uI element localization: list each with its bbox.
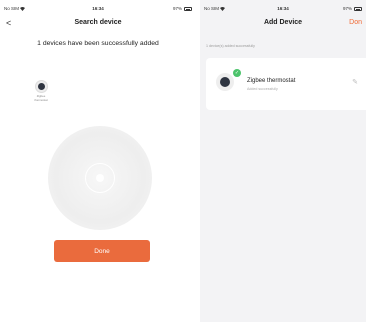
thermostat-icon [34, 80, 48, 93]
search-radar [48, 126, 152, 230]
page-title: Add Device [263, 19, 303, 26]
device-card[interactable]: ✓ Zigbee thermostat Added successfully ✎ [206, 58, 366, 110]
success-message: 1 devices have been successfully added [37, 40, 159, 47]
status-time: 16:34 [92, 6, 104, 11]
device-name: Zigbee thermostat [247, 78, 296, 84]
nav-bar: < Search device [0, 16, 196, 32]
done-action[interactable]: Don [349, 19, 362, 26]
page-title: Search device [74, 19, 122, 26]
found-device[interactable]: Zigbee thermostat [29, 80, 53, 102]
battery-percent: 97% [172, 6, 182, 11]
added-count-note: 1 device(s) added successfully [206, 44, 255, 48]
thermostat-icon [216, 73, 234, 91]
check-icon: ✓ [233, 69, 241, 77]
radar-center [96, 174, 104, 182]
done-button[interactable]: Done [54, 240, 150, 262]
status-bar: No SIM 16:34 97% [0, 4, 196, 14]
edit-icon[interactable]: ✎ [352, 78, 358, 86]
found-device-label: Zigbee thermostat [34, 94, 48, 102]
status-bar: No SIM 16:34 97% [200, 4, 366, 14]
nav-bar: Add Device Don [200, 16, 366, 32]
battery-percent: 97% [342, 6, 352, 11]
battery-icon [184, 7, 192, 11]
search-device-screen: No SIM 16:34 97% < Search device 1 devic… [0, 0, 196, 322]
battery-icon [354, 7, 362, 11]
device-status: Added successfully [247, 87, 278, 91]
add-device-screen: No SIM 16:34 97% Add Device Don 1 device… [200, 0, 366, 322]
status-time: 16:34 [277, 6, 289, 11]
